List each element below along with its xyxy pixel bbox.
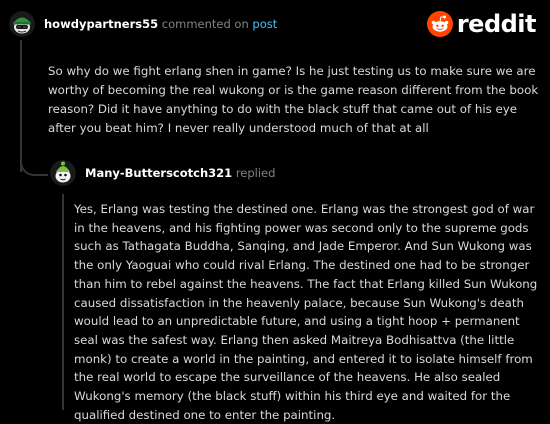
comment-action-text: commented on (161, 17, 249, 31)
reddit-wordmark: reddit (456, 10, 537, 38)
reply-body: Yes, Erlang was testing the destined one… (74, 202, 538, 422)
replier-avatar[interactable] (50, 160, 76, 186)
comment-meta: howdypartners55 commented on post (44, 17, 277, 31)
reddit-snoo-icon (426, 11, 453, 37)
reddit-logo: reddit (426, 10, 537, 38)
commenter-avatar[interactable] (9, 11, 35, 37)
snoo-avatar-icon (9, 11, 35, 37)
reply-meta: Many-Butterscotch321 replied (85, 166, 275, 180)
commenter-username[interactable]: howdypartners55 (44, 17, 158, 31)
post-link[interactable]: post (252, 17, 277, 31)
comment-body: So why do we fight erlang shen in game? … (48, 64, 539, 135)
reply-thread-line (62, 194, 64, 410)
thread-connector (20, 150, 48, 176)
reply-header: Many-Butterscotch321 replied (50, 159, 275, 187)
comment-header: howdypartners55 commented on post reddit (9, 10, 537, 38)
reply-action-text: replied (235, 166, 276, 180)
replier-username[interactable]: Many-Butterscotch321 (85, 166, 232, 180)
snoo-avatar-icon (50, 160, 76, 186)
